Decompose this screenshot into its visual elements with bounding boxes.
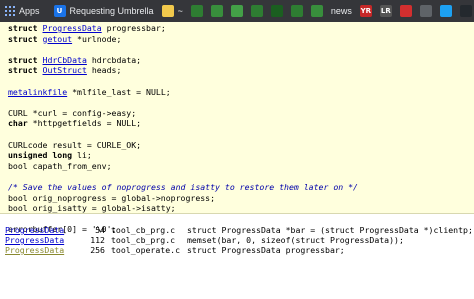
bookmark-label: news	[330, 6, 352, 16]
keyword: char	[8, 118, 28, 129]
code-line: bool orig_isatty = global->isatty;	[8, 203, 176, 213]
bookmark-twitter-icon[interactable]	[437, 2, 455, 20]
folder-icon	[161, 5, 174, 17]
code-text: bool orig_isatty = global->isatty;	[8, 203, 176, 214]
feed-favicon-3	[230, 5, 243, 17]
keyword: struct	[8, 23, 43, 33]
xref-row: ProgressData 112 tool_cb_prg.c memset(bar, …	[5, 235, 474, 245]
bookmark-l-favicon[interactable]	[397, 2, 415, 20]
keyword: struct	[8, 65, 43, 76]
feed-favicon-7	[310, 5, 323, 17]
code-line: char *httpgetfields = NULL;	[8, 118, 141, 128]
xref-row: ProgressData 256 tool_operate.c struct Prog…	[5, 245, 474, 255]
bookmark-feed-favicon-3[interactable]	[228, 2, 246, 20]
feed-favicon-1	[190, 5, 203, 17]
xref-context: struct ProgressData progressbar;	[187, 245, 345, 255]
bookmark-label: Requesting Umbrella	[69, 6, 154, 16]
identifier-link[interactable]: getout	[43, 34, 73, 44]
bookmark-feed-favicon-7[interactable]	[308, 2, 326, 20]
xref-context: memset(bar, 0, sizeof(struct ProgressDat…	[187, 235, 404, 245]
xref-symbol-link[interactable]: ProgressData	[5, 235, 67, 245]
twitter-icon	[439, 5, 452, 17]
code-text: progressbar;	[101, 23, 166, 33]
bookmark-label: Apps	[19, 6, 40, 16]
bookmark-news[interactable]: news	[328, 2, 355, 20]
xref-file: tool_cb_prg.c	[111, 225, 176, 235]
xref-file: tool_operate.c	[111, 245, 181, 255]
feed-favicon-5	[270, 5, 283, 17]
xref-symbol-link[interactable]: ProgressData	[5, 225, 67, 235]
bookmark-tilde[interactable]: ~	[159, 2, 186, 20]
code-line: bool orig_noprogress = global->noprogres…	[8, 193, 215, 203]
code-line: metalinkfile *mlfile_last = NULL;	[8, 87, 171, 97]
bookmark-github-icon[interactable]	[457, 2, 474, 20]
bookmark-feed-favicon-1[interactable]	[188, 2, 206, 20]
identifier-link[interactable]: ProgressData	[43, 23, 102, 33]
bookmark-feed-favicon-2[interactable]	[208, 2, 226, 20]
identifier-link[interactable]: HdrCbData	[43, 55, 87, 65]
code-text: *httpgetfields = NULL;	[27, 118, 142, 129]
code-line: struct OutStruct heads;	[8, 65, 121, 75]
feed-favicon-2	[210, 5, 223, 17]
keyword: struct	[8, 54, 43, 65]
bookmark-apps[interactable]: Apps	[2, 2, 43, 20]
apps-grid-icon	[5, 6, 15, 16]
code-text: CURL *curl = config->easy;	[8, 107, 137, 118]
code-line: CURLcode result = CURLE_OK;	[8, 140, 141, 150]
xref-row: ProgressData 54 tool_cb_prg.c struct Progre…	[5, 225, 474, 235]
xref-symbol-link[interactable]: ProgressData	[5, 245, 67, 255]
l-favicon	[399, 5, 412, 17]
code-line: struct ProgressData progressbar;	[8, 23, 166, 33]
bookmark-yr-favicon[interactable]: YR	[357, 2, 375, 20]
code-text: li;	[72, 150, 92, 161]
yr-favicon: YR	[359, 5, 372, 17]
bookmark-feed-favicon-6[interactable]	[288, 2, 306, 20]
keyword: struct	[8, 33, 43, 44]
code-comment: /* Save the values of noprogress and isa…	[8, 181, 358, 192]
bookmark-lr-favicon[interactable]: LR	[377, 2, 395, 20]
cross-reference-table: ProgressData 54 tool_cb_prg.c struct Progre…	[0, 225, 474, 255]
umbrella-favicon-icon: U	[53, 5, 66, 17]
code-line: CURL *curl = config->easy;	[8, 108, 136, 118]
code-line: /* Save the values of noprogress and isa…	[8, 182, 358, 192]
bookmark-feed-favicon-4[interactable]	[248, 2, 266, 20]
code-listing-panel: struct ProgressData progressbar; struct …	[0, 22, 474, 234]
feed-favicon-4	[250, 5, 263, 17]
identifier-link[interactable]: metalinkfile	[8, 87, 67, 97]
code-text: hdrcbdata;	[86, 54, 142, 65]
code-line: struct getout *urlnode;	[8, 34, 121, 44]
code-line: struct HdrCbData hdrcbdata;	[8, 55, 141, 65]
code-text: *urlnode;	[72, 33, 122, 44]
source-code: struct ProgressData progressbar; struct …	[8, 23, 474, 235]
xref-line-number: 256	[90, 245, 105, 255]
keyword: unsigned long	[8, 150, 73, 161]
github-icon	[459, 5, 472, 17]
code-line: bool capath_from_env;	[8, 161, 112, 171]
bookmark-label: ~	[177, 6, 183, 16]
identifier-link[interactable]: OutStruct	[43, 65, 87, 75]
code-text: *mlfile_last = NULL;	[67, 86, 171, 97]
xref-file: tool_cb_prg.c	[111, 235, 176, 245]
code-text: bool capath_from_env;	[8, 160, 112, 171]
code-text: heads;	[86, 65, 122, 76]
xref-line-number: 54	[95, 225, 105, 235]
feed-favicon-6	[290, 5, 303, 17]
grid-favicon	[419, 5, 432, 17]
code-text: bool orig_noprogress = global->noprogres…	[8, 192, 216, 203]
xref-context: struct ProgressData *bar = (struct Progr…	[187, 225, 473, 235]
xref-line-number: 112	[90, 235, 105, 245]
lr-favicon: LR	[379, 5, 392, 17]
code-text: CURLcode result = CURLE_OK;	[8, 139, 142, 150]
bookmark-grid-favicon[interactable]	[417, 2, 435, 20]
code-line: unsigned long li;	[8, 150, 92, 160]
bookmarks-bar: AppsURequesting Umbrella~newsYRLR~notes	[0, 0, 474, 22]
bookmark-feed-favicon-5[interactable]	[268, 2, 286, 20]
bookmark-requesting-umbrella[interactable]: U Requesting Umbrella	[51, 2, 157, 20]
